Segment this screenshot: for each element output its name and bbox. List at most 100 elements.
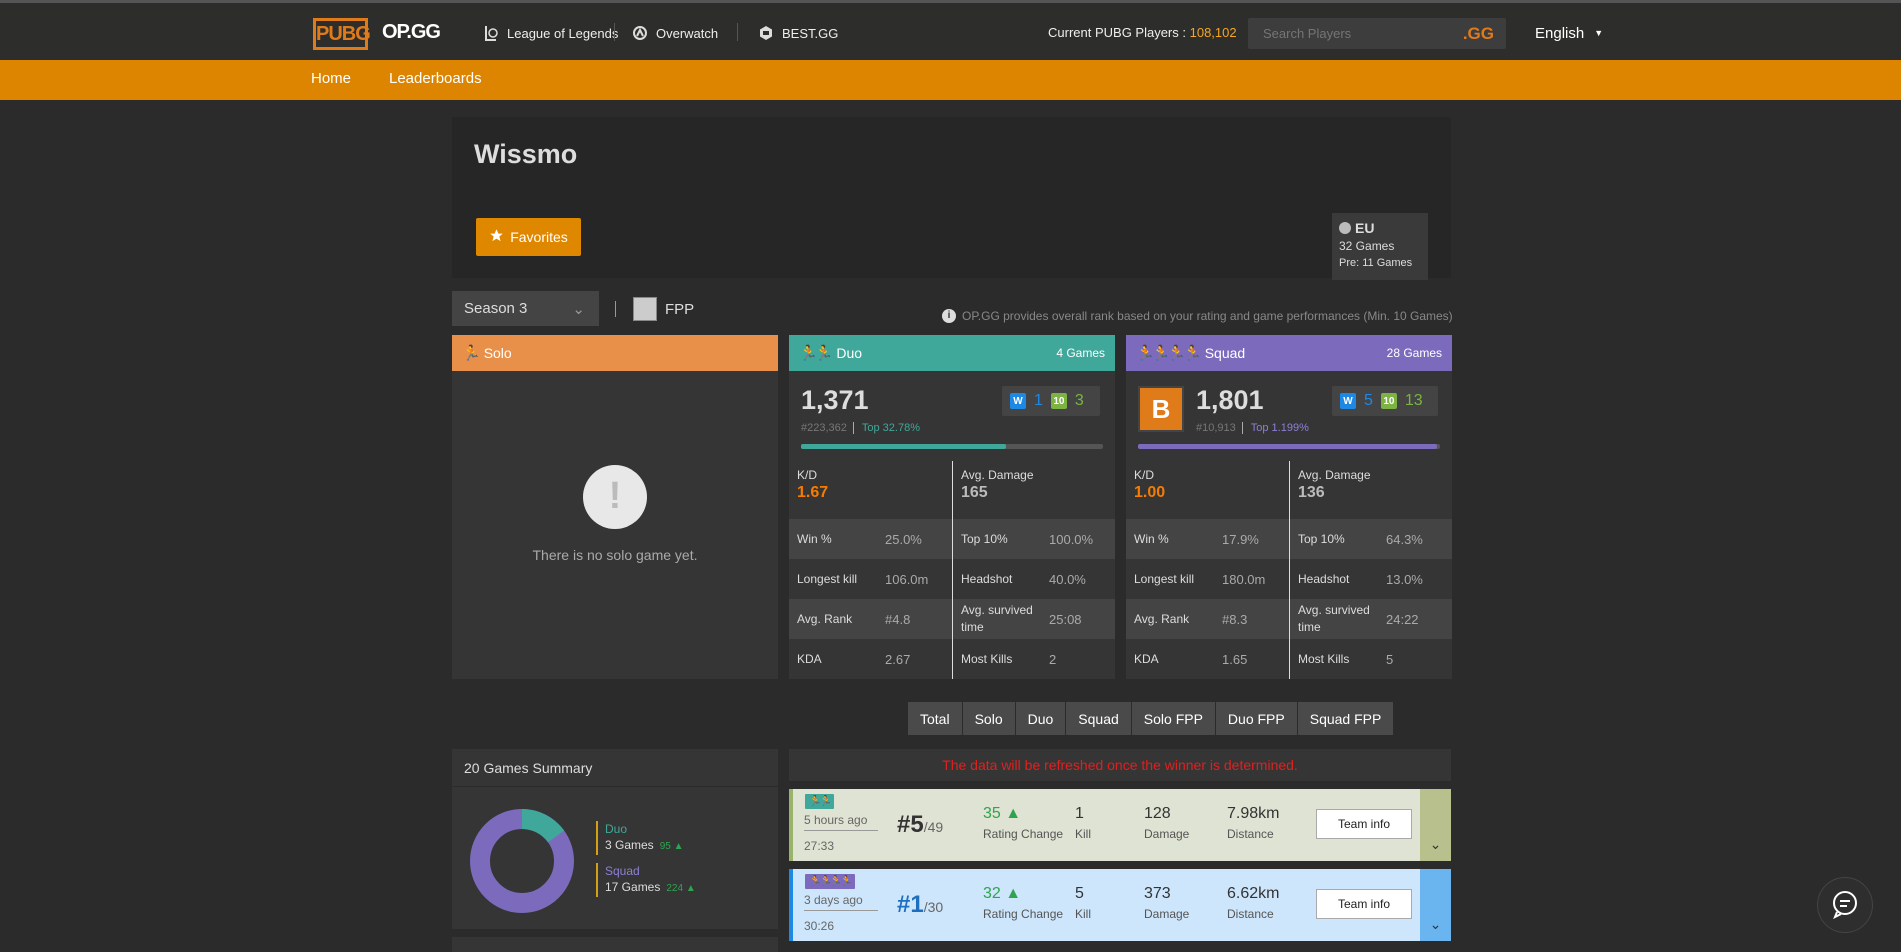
region-pre-games: Pre: 11 Games [1339,257,1413,269]
tab-total[interactable]: Total [908,702,963,735]
current-players-label: Current PUBG Players : [1048,25,1190,40]
legend-squad-name: Squad [605,864,640,878]
match-rank-total: /30 [923,899,944,915]
squad-games-count: 28 Games [1386,346,1442,360]
duo-mode-icon: 🏃🏃 [805,794,834,809]
stat-label: Rating Change [983,827,1064,841]
match-rank: #1/30 [897,891,943,919]
season-label: Season 3 [464,300,528,317]
match-damage: 373 Damage [1144,885,1189,921]
stat-value: #8.3 [1222,611,1248,627]
opgg-logo[interactable]: OP.GG [382,21,441,44]
squad-progress-fill [1138,444,1437,449]
nav-league-of-legends[interactable]: League of Legends [483,25,618,41]
duo-title: Duo [836,345,863,361]
duo-badges: W1 10 3 [1002,386,1100,416]
best-gg-icon [758,25,774,41]
expand-chevron-icon[interactable]: ⌄ [1420,869,1451,941]
tab-duo[interactable]: Duo [1015,702,1067,735]
stat-value: 40.0% [1049,571,1086,587]
duo-progress-fill [801,444,1007,449]
duo-kd-value: 1.67 [797,484,829,501]
duo-rank-line: #223,362 Top 32.78% [801,422,920,434]
avg-damage-label: Avg. Damage [961,468,1034,482]
fpp-toggle[interactable]: FPP [633,297,694,321]
season-select[interactable]: Season 3 ⌄ [452,291,599,326]
expand-chevron-icon[interactable]: ⌄ [1420,789,1451,861]
match-distance-value: 7.98km [1227,805,1280,822]
solo-header: 🏃 Solo [452,335,778,371]
nav-label: BEST.GG [782,25,839,41]
favorites-button[interactable]: Favorites [476,218,581,256]
squad-kd: K/D 1.00 [1126,461,1288,519]
match-damage-value: 128 [1144,805,1171,822]
win-badge-icon: W [1010,393,1026,409]
match-row[interactable]: 🏃🏃🏃🏃 3 days ago 30:26 #1/30 32 ▲ Rating C… [789,869,1451,941]
stat-label: Most Kills [1298,651,1350,666]
nav-leaderboards[interactable]: Leaderboards [389,70,482,87]
empty-state-text: There is no solo game yet. [532,547,698,563]
nav-label: Overwatch [656,25,719,41]
search-input[interactable] [1248,18,1448,49]
summary-donut-chart [470,809,574,913]
match-rating-change: 35 ▲ Rating Change [983,805,1063,841]
stat-label: Kill [1075,907,1092,921]
tab-solo[interactable]: Solo [962,702,1016,735]
chevron-down-icon: ⌄ [572,301,585,318]
stat-label: Kill [1075,827,1092,841]
duo-rating: 1,371 [801,385,869,415]
tab-duo-fpp[interactable]: Duo FPP [1215,702,1298,735]
chat-icon [1830,889,1860,922]
match-row[interactable]: 🏃🏃 5 hours ago 27:33 #5/49 35 ▲ Rating Ch… [789,789,1451,861]
nav-overwatch[interactable]: Overwatch [632,25,718,41]
squad-header: 🏃🏃🏃🏃 Squad 28 Games [1126,335,1452,371]
kd-label: K/D [1134,468,1155,482]
tab-squad-fpp[interactable]: Squad FPP [1297,702,1395,735]
match-rating-value: 32 ▲ [983,885,1022,902]
tab-solo-fpp[interactable]: Solo FPP [1131,702,1216,735]
solo-runner-icon: 🏃 [462,345,481,362]
match-edge [789,789,793,861]
squad-kd-value: 1.00 [1134,484,1166,501]
stat-label: Avg. Rank [797,611,853,626]
team-info-button[interactable]: Team info [1316,809,1412,839]
team-info-button[interactable]: Team info [1316,889,1412,919]
empty-state-icon: ! [583,465,647,529]
stat-label: Win % [797,531,832,546]
solo-title: Solo [483,345,512,361]
squad-runners-icon: 🏃🏃🏃🏃 [1136,345,1202,362]
squad-wins: 5 [1364,392,1373,409]
pubg-logo[interactable]: PUBG [313,18,371,50]
search-submit-button[interactable]: .GG [1463,24,1494,44]
duo-runners-icon: 🏃🏃 [799,345,833,362]
legend-squad: Squad 17 Games 224 ▲ [596,863,696,897]
match-kill-value: 1 [1075,805,1084,822]
match-distance: 6.62km Distance [1227,885,1279,921]
squad-stat-grid: K/D 1.00 Avg. Damage 136 Win % 17.9% Top … [1126,461,1452,679]
squad-rank-line: #10,913 Top 1.199% [1196,422,1309,434]
stat-value: #4.8 [885,611,911,627]
filter-divider [615,301,616,317]
match-distance: 7.98km Distance [1227,805,1279,841]
match-mode-tabs: Total Solo Duo Squad Solo FPP Duo FPP Sq… [908,702,1395,735]
squad-rank: #10,913 [1196,422,1236,434]
language-select[interactable]: English ▼ [1535,25,1603,42]
games-summary: 20 Games Summary Duo 3 Games 95 ▲ Squad 1… [452,749,778,929]
nav-home[interactable]: Home [311,70,351,87]
duo-rank: #223,362 [801,422,847,434]
legend-squad-delta: 224 ▲ [666,883,696,894]
avg-damage-label: Avg. Damage [1298,468,1371,482]
legend-duo-delta: 95 ▲ [659,841,684,852]
region-card: EU 32 Games Pre: 11 Games [1332,213,1428,280]
stat-label: Avg. survived time [961,603,1033,634]
rank-notice-text: OP.GG provides overall rank based on you… [962,309,1453,323]
top10-badge-icon: 10 [1380,393,1397,409]
tab-squad[interactable]: Squad [1066,702,1132,735]
stat-value: 2.67 [885,651,911,667]
chat-button[interactable] [1817,877,1873,933]
fpp-label: FPP [665,300,695,318]
top10-badge-icon: 10 [1050,393,1067,409]
stat-value: 2 [1049,651,1057,667]
fpp-checkbox[interactable] [633,297,657,321]
nav-best-gg[interactable]: BEST.GG [758,25,838,41]
